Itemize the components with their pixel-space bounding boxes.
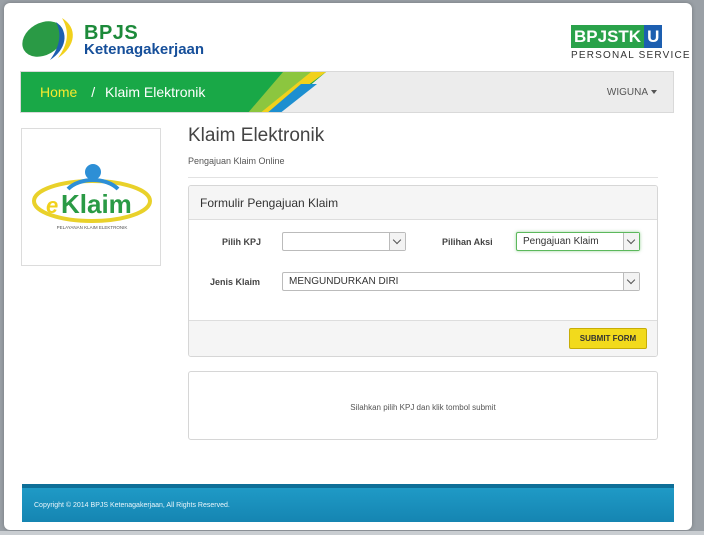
brand-subname: Ketenagakerjaan — [84, 41, 205, 58]
chevron-down-icon — [389, 233, 405, 250]
eklaim-logo-e: e — [46, 193, 58, 218]
caret-down-icon — [651, 90, 657, 95]
claim-form-panel: Formulir Pengajuan Klaim Pilih KPJ Pilih… — [188, 185, 658, 357]
jenis-klaim-select[interactable]: MENGUNDURKAN DIRI — [282, 272, 640, 291]
breadcrumb: Home / Klaim Elektronik — [40, 84, 205, 100]
eklaim-logo-word: Klaim — [61, 189, 132, 219]
pilihan-aksi-select[interactable]: Pengajuan Klaim — [516, 232, 640, 251]
title-divider — [188, 177, 658, 178]
jenis-klaim-label: Jenis Klaim — [210, 277, 261, 287]
eklaim-tagline: PELAYANAN KLAIM ELEKTRONIK — [57, 225, 128, 230]
site-footer: Copyright © 2014 BPJS Ketenagakerjaan, A… — [22, 484, 674, 522]
pilihan-aksi-value: Pengajuan Klaim — [523, 236, 599, 247]
result-message: Silahkan pilih KPJ dan klik tombol submi… — [350, 403, 496, 412]
breadcrumb-bar: Home / Klaim Elektronik WIGUNA — [20, 71, 674, 113]
breadcrumb-home-link[interactable]: Home — [40, 84, 77, 100]
claim-form-panel-title: Formulir Pengajuan Klaim — [189, 186, 657, 220]
pilih-kpj-select[interactable] — [282, 232, 406, 251]
user-menu-toggle[interactable]: WIGUNA — [607, 87, 657, 98]
breadcrumb-separator: / — [91, 84, 96, 100]
pilihan-aksi-label: Pilihan Aksi — [442, 237, 493, 247]
user-name: WIGUNA — [606, 87, 648, 98]
pilih-kpj-label: Pilih KPJ — [222, 237, 262, 247]
bpjstku-tagline: PERSONAL SERVICE — [571, 50, 691, 61]
bpjstku-logo-main: BPJSTK — [571, 25, 645, 48]
chevron-down-icon — [623, 273, 639, 290]
bpjs-logo-icon — [22, 18, 73, 60]
page-title: Klaim Elektronik — [188, 125, 325, 146]
copyright-text: Copyright © 2014 BPJS Ketenagakerjaan, A… — [34, 502, 230, 509]
bpjstku-logo: BPJSTK U PERSONAL SERVICE — [571, 25, 690, 61]
eklaim-logo-icon: e Klaim PELAYANAN KLAIM ELEKTRONIK — [32, 164, 152, 230]
submit-form-button[interactable]: SUBMIT FORM — [569, 328, 647, 349]
result-message-panel: Silahkan pilih KPJ dan klik tombol submi… — [188, 371, 658, 440]
bpjstku-logo-ku: U — [644, 25, 663, 48]
window-bottom-edge — [0, 531, 704, 535]
eklaim-logo-card: e Klaim PELAYANAN KLAIM ELEKTRONIK — [21, 128, 161, 266]
jenis-klaim-value: MENGUNDURKAN DIRI — [289, 276, 399, 287]
chevron-down-icon — [623, 233, 639, 250]
page-subtitle: Pengajuan Klaim Online — [188, 156, 285, 166]
breadcrumb-current: Klaim Elektronik — [105, 84, 206, 100]
site-header: BPJS Ketenagakerjaan BPJSTK U PERSONAL S… — [20, 12, 690, 64]
